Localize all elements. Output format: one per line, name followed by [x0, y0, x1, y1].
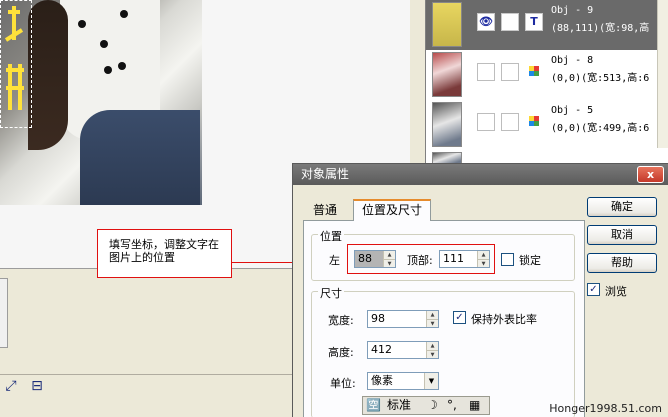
left-panel: [0, 278, 8, 348]
browse-label: 浏览: [605, 285, 627, 298]
object-row[interactable]: Obj - 8 (0,0)(宽:513,高:6: [426, 50, 668, 100]
object-list-scrollbar[interactable]: [657, 0, 668, 148]
dialog-title: 对象属性: [301, 167, 350, 181]
width-spinner[interactable]: ▲ ▼: [426, 311, 438, 327]
chevron-down-icon[interactable]: ▼: [424, 373, 438, 389]
lock-checkbox[interactable]: [501, 253, 514, 266]
annotation-line-2: 图片上的位置: [109, 251, 175, 264]
width-label: 宽度:: [328, 314, 354, 327]
object-row[interactable]: 👁 T Obj - 9 (88,111)(宽:98,高: [426, 0, 668, 50]
visibility-cell[interactable]: [477, 63, 495, 81]
height-value: 412: [371, 343, 392, 356]
lock-cell[interactable]: [501, 63, 519, 81]
unit-select[interactable]: 像素 ▼: [367, 372, 439, 390]
watermark: Honger1998.51.com: [549, 402, 662, 415]
lock-label: 锁定: [519, 254, 541, 267]
object-name: Obj - 5: [551, 105, 594, 116]
height-label: 高度:: [328, 346, 354, 359]
left-label: 左: [329, 254, 340, 267]
width-value: 98: [371, 312, 385, 325]
object-name: Obj - 8: [551, 55, 594, 66]
object-thumbnail: [432, 2, 462, 47]
visibility-cell[interactable]: [477, 113, 495, 131]
dialog-titlebar[interactable]: 对象属性 x: [293, 164, 668, 185]
selection-box[interactable]: [0, 0, 32, 128]
unit-value: 像素: [371, 374, 393, 387]
object-name: Obj - 9: [551, 5, 594, 16]
keyboard-icon[interactable]: ▦: [469, 397, 480, 414]
object-list: 👁 T Obj - 9 (88,111)(宽:98,高 Obj - 8 (0,0…: [425, 0, 668, 165]
keep-ratio-checkbox[interactable]: ✓: [453, 311, 466, 324]
ime-logo-icon[interactable]: 🈳: [366, 397, 381, 414]
object-thumbnail: [432, 52, 462, 97]
ok-button[interactable]: 确定: [587, 197, 657, 217]
object-coords: (0,0)(宽:513,高:6: [551, 73, 650, 84]
ime-mode-label[interactable]: 标准: [387, 397, 411, 414]
photo: [0, 0, 202, 205]
tab-general[interactable]: 普通: [305, 201, 345, 221]
height-spinner[interactable]: ▲ ▼: [426, 342, 438, 358]
object-thumbnail: [432, 102, 462, 147]
text-object-icon: T: [525, 13, 543, 31]
cancel-button[interactable]: 取消: [587, 225, 657, 245]
lock-cell[interactable]: [501, 13, 519, 31]
browse-checkbox[interactable]: ✓: [587, 283, 600, 296]
ime-toolbar[interactable]: 🈳 标准 ☽ °, ▦: [362, 396, 490, 415]
object-coords: (88,111)(宽:98,高: [551, 23, 650, 34]
bottom-toolbar: ⤢ ⊟: [0, 374, 300, 396]
annotation-line-1: 填写坐标，调整文字在: [109, 238, 219, 251]
close-button[interactable]: x: [637, 166, 664, 183]
size-group-title: 尺寸: [318, 285, 344, 301]
image-layer-icon: [525, 113, 543, 131]
arrange-icon[interactable]: ⤢: [3, 378, 19, 394]
width-input[interactable]: 98 ▲ ▼: [367, 310, 439, 328]
object-row[interactable]: Obj - 5 (0,0)(宽:499,高:6: [426, 100, 668, 150]
object-properties-dialog: 对象属性 x 普通 位置及尺寸 位置 左 88 ▲ ▼ 顶部: 111 ▲ ▼ 锁定…: [292, 163, 668, 417]
tab-position-size[interactable]: 位置及尺寸: [353, 199, 432, 221]
position-group-title: 位置: [318, 228, 344, 244]
visibility-eye-icon[interactable]: 👁: [477, 13, 495, 31]
unit-label: 单位:: [330, 377, 356, 390]
image-layer-icon: [525, 63, 543, 81]
help-button[interactable]: 帮助: [587, 253, 657, 273]
lock-cell[interactable]: [501, 113, 519, 131]
save-icon[interactable]: ⊟: [29, 378, 45, 394]
annotation-callout: 填写坐标，调整文字在 图片上的位置: [97, 229, 232, 278]
punctuation-icon[interactable]: °,: [447, 397, 457, 414]
moon-icon[interactable]: ☽: [427, 397, 438, 414]
annotation-highlight-box: [347, 244, 495, 274]
height-input[interactable]: 412 ▲ ▼: [367, 341, 439, 359]
keep-ratio-label: 保持外表比率: [471, 313, 537, 326]
object-coords: (0,0)(宽:499,高:6: [551, 123, 650, 134]
